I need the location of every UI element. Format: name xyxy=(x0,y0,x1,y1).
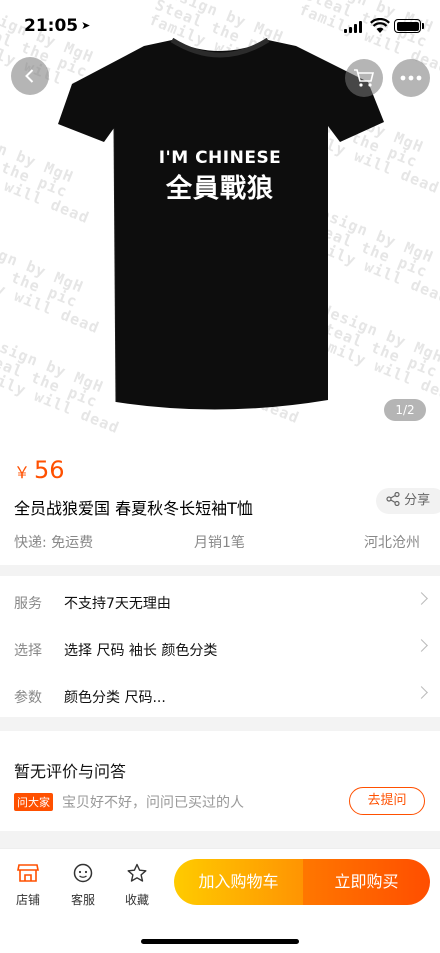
wifi-icon xyxy=(370,18,390,33)
ask-question-button[interactable]: 去提问 xyxy=(349,787,425,815)
buy-now-button[interactable]: 立即购买 xyxy=(303,859,430,905)
monthly-sales: 月销1笔 xyxy=(194,535,245,551)
bottom-action-bar: 店铺 客服 收藏 加入购物车 立即购买 xyxy=(0,848,440,953)
customer-service-label: 客服 xyxy=(70,893,95,907)
shipping-info: 快递: 免运费 xyxy=(14,535,94,551)
ask-everyone-badge: 问大家 xyxy=(14,793,53,811)
service-section: 服务 不支持7天无理由 选择 选择 尺码 袖长 颜色分类 参数 颜色分类 尺码.… xyxy=(0,576,440,717)
reviews-heading: 暂无评价与问答 xyxy=(14,762,127,781)
image-counter: 1/2 xyxy=(384,399,426,421)
battery-icon xyxy=(394,19,424,33)
chevron-right-icon xyxy=(415,686,428,699)
add-to-cart-button[interactable]: 加入购物车 xyxy=(174,859,303,905)
status-bar: 21:05 ➤ xyxy=(0,0,440,52)
location-arrow-icon: ➤ xyxy=(81,19,91,32)
clock: 21:05 xyxy=(24,16,79,36)
select-value: 选择 尺码 袖长 颜色分类 xyxy=(64,643,218,659)
customer-service-tab[interactable]: 客服 xyxy=(63,863,103,908)
price: ￥ 56 xyxy=(14,456,65,484)
product-image-gallery[interactable]: design by MgHSteal the picfamily will de… xyxy=(0,0,440,440)
product-page: design by MgHSteal the picfamily will de… xyxy=(0,0,440,953)
price-value: 56 xyxy=(34,456,65,484)
cart-button[interactable] xyxy=(345,59,383,97)
status-time: 21:05 ➤ xyxy=(24,16,90,36)
share-icon xyxy=(386,491,400,507)
star-icon xyxy=(127,863,147,882)
share-button[interactable]: 分享 xyxy=(376,488,440,514)
ship-from-location: 河北沧州 xyxy=(364,535,420,551)
share-label: 分享 xyxy=(404,493,431,508)
shirt-print-english: I'M CHINESE xyxy=(158,148,282,168)
chevron-right-icon xyxy=(415,592,428,605)
shopping-cart-icon xyxy=(354,69,375,87)
customer-service-icon xyxy=(73,863,93,883)
favorite-label: 收藏 xyxy=(124,893,149,907)
service-value: 不支持7天无理由 xyxy=(64,596,171,612)
more-dots-icon xyxy=(400,75,422,81)
shirt-print-chinese: 全員戰狼 xyxy=(165,174,274,204)
service-row[interactable]: 服务 不支持7天无理由 xyxy=(0,578,440,625)
parameters-value: 颜色分类 尺码... xyxy=(64,690,166,706)
home-indicator xyxy=(141,939,299,944)
select-label: 选择 xyxy=(14,643,42,659)
chevron-left-icon xyxy=(25,69,34,83)
product-info: ￥ 56 全员战狼爱国 春夏秋冬长短袖T恤 分享 快递: 免运费 月销1笔 河北沧… xyxy=(0,440,440,565)
currency-symbol: ￥ xyxy=(14,463,31,482)
chevron-right-icon xyxy=(415,639,428,652)
service-label: 服务 xyxy=(14,596,42,612)
parameters-row[interactable]: 参数 颜色分类 尺码... xyxy=(0,672,440,719)
select-options-row[interactable]: 选择 选择 尺码 袖长 颜色分类 xyxy=(0,625,440,672)
store-tab[interactable]: 店铺 xyxy=(8,863,48,908)
favorite-tab[interactable]: 收藏 xyxy=(117,863,157,908)
cellular-signal-icon xyxy=(344,21,364,33)
parameters-label: 参数 xyxy=(14,690,42,706)
back-button[interactable] xyxy=(11,57,49,95)
more-options-button[interactable] xyxy=(392,59,430,97)
reviews-section: 暂无评价与问答 问大家 宝贝好不好，问问已买过的人 去提问 xyxy=(0,731,440,831)
product-title: 全员战狼爱国 春夏秋冬长短袖T恤 xyxy=(14,499,253,518)
ask-prompt: 宝贝好不好，问问已买过的人 xyxy=(62,795,244,811)
store-label: 店铺 xyxy=(15,893,40,907)
store-icon xyxy=(17,864,39,882)
